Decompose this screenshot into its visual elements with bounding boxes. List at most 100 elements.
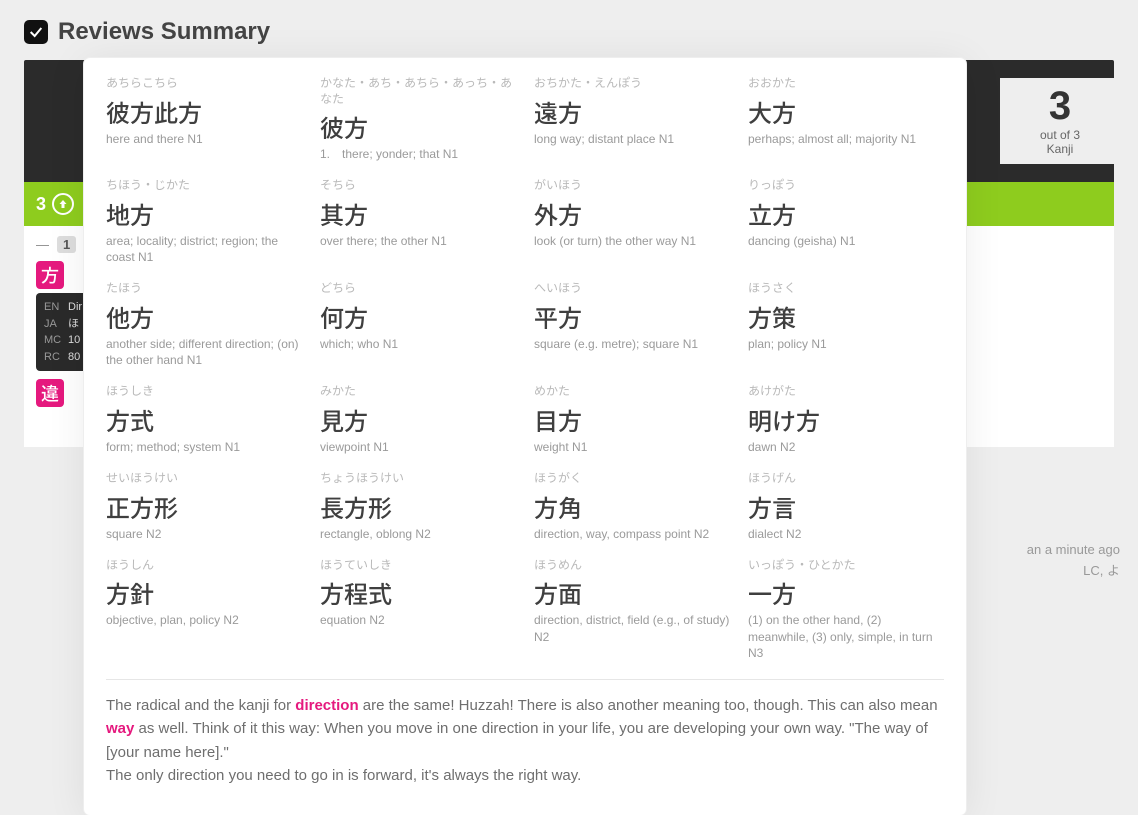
vocab-gloss: objective, plan, policy N2: [106, 612, 302, 628]
vocab-gloss: long way; distant place N1: [534, 131, 730, 147]
score-label: Kanji: [1010, 142, 1110, 156]
blurb-text: as well. Think of it this way: When you …: [106, 720, 928, 760]
vocab-entry[interactable]: おおかた大方perhaps; almost all; majority N1: [748, 76, 944, 162]
vocab-entry[interactable]: りっぽう立方 dancing (geisha) N1: [748, 178, 944, 265]
vocab-entry[interactable]: ちょうほうけい長方形rectangle, oblong N2: [320, 471, 516, 542]
vocab-entry[interactable]: あちらこちら彼方此方here and there N1: [106, 76, 302, 162]
vocab-entry[interactable]: ちほう・じかた地方area; locality; district; regio…: [106, 178, 302, 265]
vocab-entry[interactable]: どちら何方which; who N1: [320, 281, 516, 368]
stat-ja-label: JA: [44, 316, 64, 333]
vocab-gloss: weight N1: [534, 439, 730, 455]
vocab-kanji: 目方: [534, 402, 730, 437]
footer-meta: an a minute ago LC, よ: [1027, 540, 1120, 582]
vocab-kanji: 他方: [106, 299, 302, 334]
level-badge: 1: [57, 236, 76, 253]
vocab-entry[interactable]: ほうげん方言dialect N2: [748, 471, 944, 542]
expand-up-icon[interactable]: [52, 193, 74, 215]
vocab-kanji: 方言: [748, 489, 944, 524]
vocab-kanji: 方角: [534, 489, 730, 524]
vocab-kanji: 地方: [106, 196, 302, 231]
vocab-kanji: 大方: [748, 94, 944, 129]
vocab-entry[interactable]: せいほうけい正方形square N2: [106, 471, 302, 542]
vocab-gloss: dancing (geisha) N1: [748, 233, 944, 249]
vocab-reading: へいほう: [534, 281, 730, 297]
vocab-kanji: 何方: [320, 299, 516, 334]
vocab-kanji: 方程式: [320, 575, 516, 610]
vocab-gloss: over there; the other N1: [320, 233, 516, 249]
vocab-kanji: 彼方: [320, 109, 516, 144]
vocab-entry[interactable]: ほうしん方針 objective, plan, policy N2: [106, 558, 302, 661]
vocab-kanji: 一方: [748, 575, 944, 610]
vocab-reading: ちほう・じかた: [106, 178, 302, 194]
vocab-gloss: 1. there; yonder; that N1: [320, 146, 516, 162]
vocab-entry[interactable]: ほうめん方面direction, district, field (e.g., …: [534, 558, 730, 661]
mnemonic-blurb: The radical and the kanji for direction …: [106, 694, 944, 787]
vocab-entry[interactable]: ほうがく方角direction, way, compass point N2: [534, 471, 730, 542]
vocab-entry[interactable]: ほうていしき方程式 equation N2: [320, 558, 516, 661]
vocab-reading: めかた: [534, 384, 730, 400]
vocab-reading: あけがた: [748, 384, 944, 400]
score-box: 3 out of 3 Kanji: [1000, 78, 1120, 164]
vocab-reading: そちら: [320, 178, 516, 194]
vocab-reading: りっぽう: [748, 178, 944, 194]
kanji-chip[interactable]: 方: [36, 261, 64, 289]
vocab-gloss: equation N2: [320, 612, 516, 628]
vocab-gloss: dawn N2: [748, 439, 944, 455]
vocab-reading: かなた・あち・あちら・あっち・あなた: [320, 76, 516, 107]
panel-divider: [106, 679, 944, 680]
vocab-kanji: 立方: [748, 196, 944, 231]
vocab-kanji: 正方形: [106, 489, 302, 524]
vocab-gloss: (1) on the other hand, (2) meanwhile, (3…: [748, 612, 944, 661]
page-title: Reviews Summary: [58, 18, 270, 46]
stat-mc-value: 10: [68, 332, 80, 349]
vocab-gloss: form; method; system N1: [106, 439, 302, 455]
vocab-kanji: 方針: [106, 575, 302, 610]
vocab-entry[interactable]: そちら其方over there; the other N1: [320, 178, 516, 265]
vocab-gloss: perhaps; almost all; majority N1: [748, 131, 944, 147]
stat-en-value: Dir: [68, 299, 82, 316]
vocab-reading: おちかた・えんぽう: [534, 76, 730, 92]
footer-credits: LC, よ: [1027, 561, 1120, 582]
vocab-kanji: 方式: [106, 402, 302, 437]
vocab-entry[interactable]: がいほう外方look (or turn) the other way N1: [534, 178, 730, 265]
blurb-keyword-way: way: [106, 720, 134, 737]
score-sub: out of 3: [1010, 128, 1110, 142]
vocab-reading: ほうげん: [748, 471, 944, 487]
vocab-kanji: 明け方: [748, 402, 944, 437]
vocab-reading: ほうしん: [106, 558, 302, 574]
vocab-entry[interactable]: かなた・あち・あちら・あっち・あなた彼方 1. there; yonder; th…: [320, 76, 516, 162]
vocab-gloss: look (or turn) the other way N1: [534, 233, 730, 249]
vocab-gloss: another side; different direction; (on) …: [106, 336, 302, 368]
vocab-entry[interactable]: ほうしき方式 form; method; system N1: [106, 384, 302, 455]
vocab-kanji: 長方形: [320, 489, 516, 524]
vocab-entry[interactable]: いっぽう・ひとかた一方(1) on the other hand, (2) me…: [748, 558, 944, 661]
vocab-gloss: area; locality; district; region; the co…: [106, 233, 302, 265]
vocab-reading: どちら: [320, 281, 516, 297]
vocab-gloss: direction, way, compass point N2: [534, 526, 730, 542]
vocab-reading: みかた: [320, 384, 516, 400]
vocab-kanji: 方策: [748, 299, 944, 334]
level-dash: —: [36, 237, 49, 252]
vocab-gloss: direction, district, field (e.g., of stu…: [534, 612, 730, 644]
vocab-entry[interactable]: ほうさく方策plan; policy N1: [748, 281, 944, 368]
vocab-kanji: 外方: [534, 196, 730, 231]
kanji-chip-alt[interactable]: 違: [36, 379, 64, 407]
footer-time: an a minute ago: [1027, 540, 1120, 561]
vocab-kanji: 遠方: [534, 94, 730, 129]
stat-rc-label: RC: [44, 349, 64, 366]
vocab-entry[interactable]: おちかた・えんぽう遠方 long way; distant place N1: [534, 76, 730, 162]
vocab-gloss: viewpoint N1: [320, 439, 516, 455]
vocab-entry[interactable]: あけがた明け方 dawn N2: [748, 384, 944, 455]
vocab-kanji: 彼方此方: [106, 94, 302, 129]
score-value: 3: [1010, 86, 1110, 126]
vocab-reading: ほうしき: [106, 384, 302, 400]
vocab-reading: ほうていしき: [320, 558, 516, 574]
vocab-gloss: rectangle, oblong N2: [320, 526, 516, 542]
stat-ja-value: ほ: [68, 316, 79, 333]
vocab-grid: あちらこちら彼方此方here and there N1かなた・あち・あちら・あっ…: [106, 76, 944, 661]
vocab-entry[interactable]: みかた見方viewpoint N1: [320, 384, 516, 455]
vocab-entry[interactable]: へいほう平方square (e.g. metre); square N1: [534, 281, 730, 368]
vocab-reading: ほうめん: [534, 558, 730, 574]
vocab-entry[interactable]: めかた目方 weight N1: [534, 384, 730, 455]
vocab-entry[interactable]: たほう他方another side; different direction; …: [106, 281, 302, 368]
